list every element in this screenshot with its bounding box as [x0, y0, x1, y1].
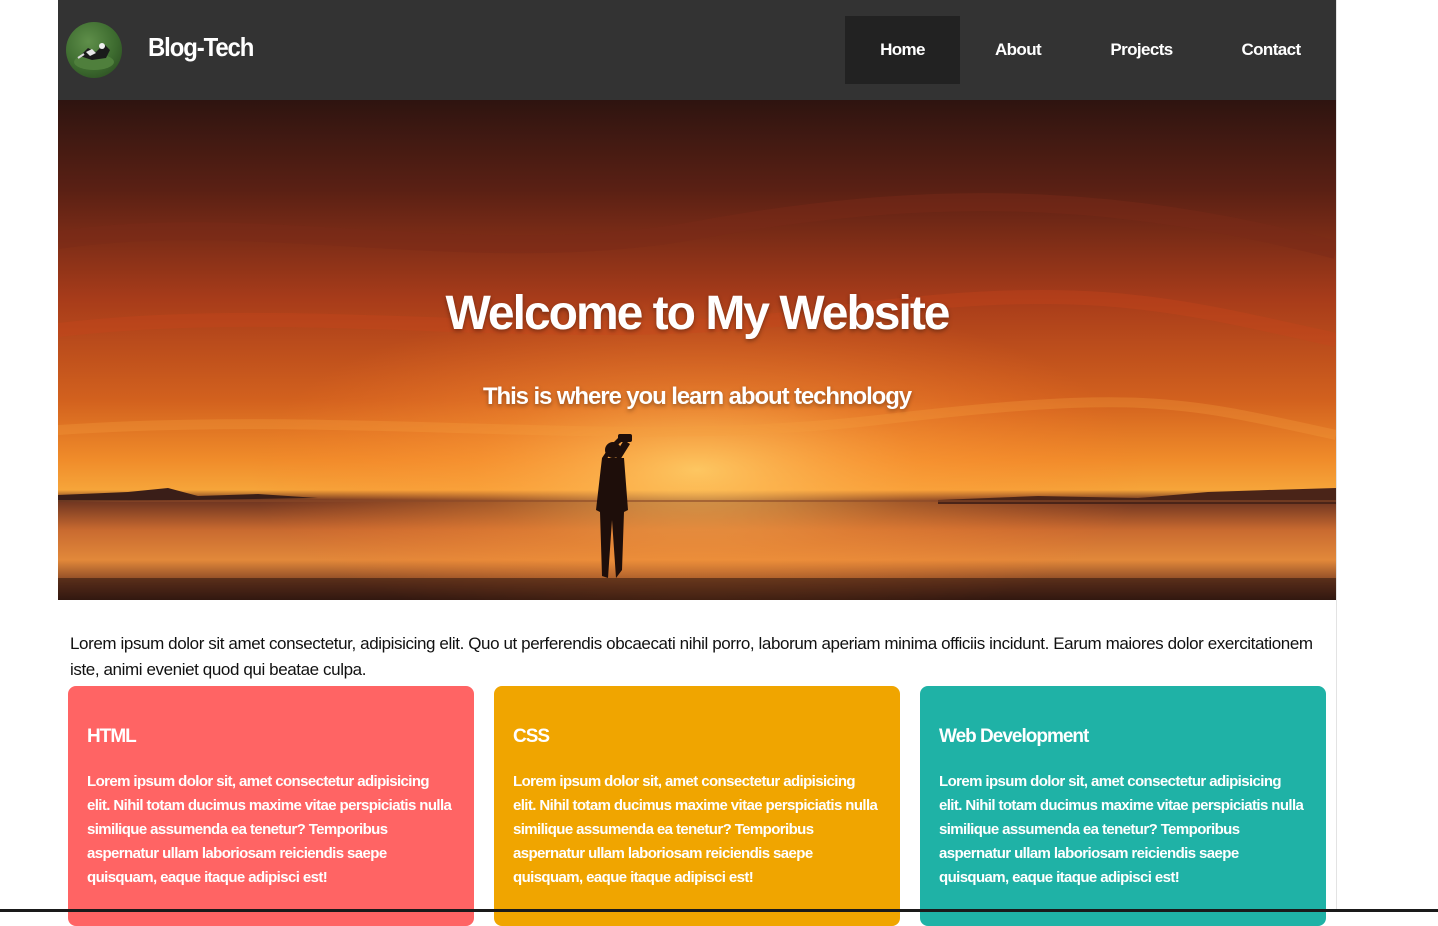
hero-banner: Welcome to My Website This is where you …: [58, 100, 1336, 600]
nav-menu: Home About Projects Contact: [845, 16, 1335, 84]
card-html: HTML Lorem ipsum dolor sit, amet consect…: [68, 686, 474, 926]
nav-link-about[interactable]: About: [960, 16, 1076, 84]
intro-paragraph: Lorem ipsum dolor sit amet consectetur, …: [70, 634, 1313, 679]
card-title: Web Development: [939, 726, 1089, 747]
hero-title: Welcome to My Website: [445, 287, 950, 340]
page: Blog-Tech Home About Projects Contact We…: [58, 0, 1337, 926]
nav-link-projects[interactable]: Projects: [1076, 16, 1207, 84]
avatar[interactable]: [66, 22, 122, 78]
navbar: Blog-Tech Home About Projects Contact: [58, 0, 1336, 100]
card-title: HTML: [87, 726, 137, 747]
hero-sunset-image: [58, 100, 1336, 600]
avatar-photo-icon: [74, 43, 114, 70]
nav-link-contact[interactable]: Contact: [1207, 16, 1335, 84]
hero-subtitle: This is where you learn about technology: [482, 383, 912, 410]
card-text: Lorem ipsum dolor sit, amet consectetur …: [939, 773, 1304, 886]
brand-name[interactable]: Blog-Tech: [148, 32, 254, 63]
card-web-development: Web Development Lorem ipsum dolor sit, a…: [920, 686, 1326, 926]
nav-link-home[interactable]: Home: [845, 16, 960, 84]
card-text: Lorem ipsum dolor sit, amet consectetur …: [513, 773, 878, 886]
card-text: Lorem ipsum dolor sit, amet consectetur …: [87, 773, 452, 886]
card-css: CSS Lorem ipsum dolor sit, amet consecte…: [494, 686, 900, 926]
card-title: CSS: [513, 726, 550, 747]
